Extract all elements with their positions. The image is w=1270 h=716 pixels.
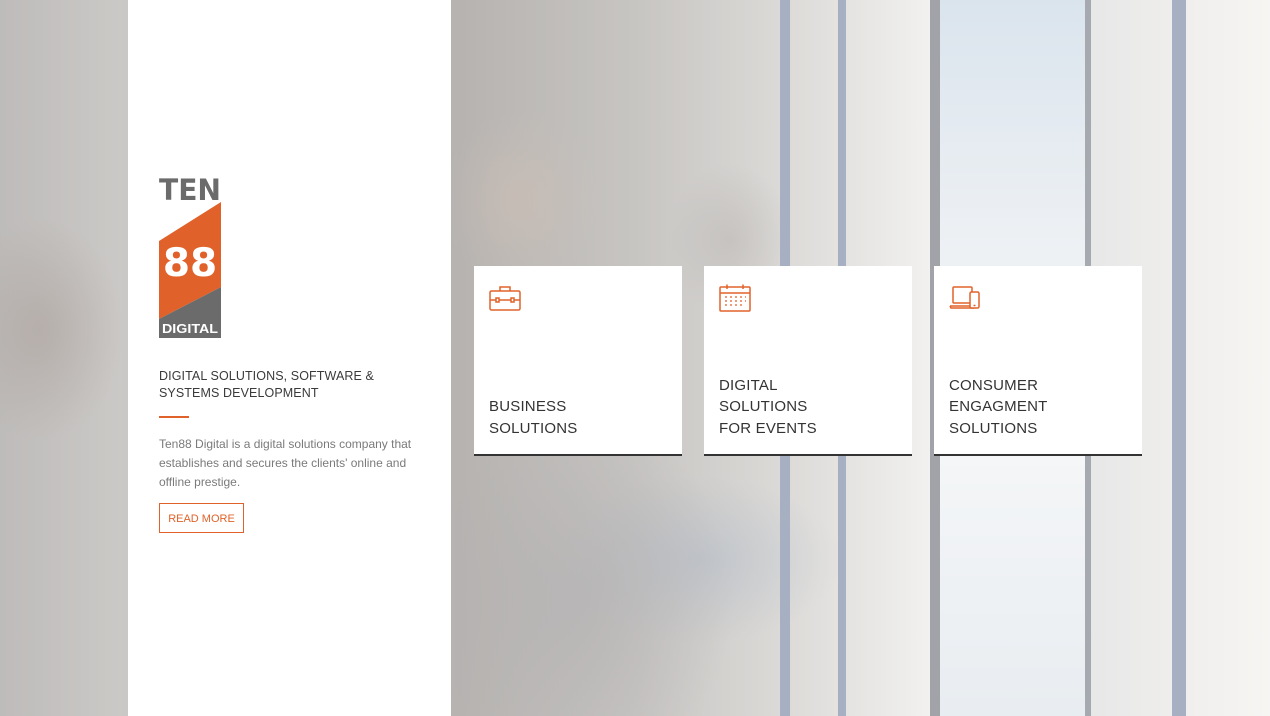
logo-text-number: 88 bbox=[163, 241, 217, 286]
service-title-line: SOLUTIONS bbox=[949, 419, 1038, 437]
service-card-events[interactable]: DIGITAL SOLUTIONS FOR EVENTS bbox=[704, 266, 912, 456]
intro-panel: TEN 88 DIGITAL DIGITAL SOLUTIONS, SOFTWA… bbox=[128, 0, 451, 716]
service-title-line: DIGITAL bbox=[719, 376, 778, 394]
service-card-consumer[interactable]: CONSUMER ENGAGMENT SOLUTIONS bbox=[934, 266, 1142, 456]
briefcase-icon bbox=[489, 284, 521, 312]
service-title-line: FOR EVENTS bbox=[719, 419, 817, 437]
service-title: BUSINESS SOLUTIONS bbox=[489, 396, 669, 439]
company-description: Ten88 Digital is a digital solutions com… bbox=[159, 437, 412, 489]
service-title: CONSUMER ENGAGMENT SOLUTIONS bbox=[949, 375, 1129, 440]
devices-icon bbox=[949, 284, 981, 312]
service-title-line: SOLUTIONS bbox=[719, 398, 808, 415]
service-title: DIGITAL SOLUTIONS FOR EVENTS bbox=[719, 375, 899, 440]
page: TEN 88 DIGITAL DIGITAL SOLUTIONS, SOFTWA… bbox=[0, 0, 1270, 716]
logo-text-bottom: DIGITAL bbox=[162, 321, 218, 336]
service-title-line: CONSUMER bbox=[949, 376, 1039, 394]
accent-divider bbox=[159, 416, 189, 418]
service-card-business[interactable]: BUSINESS SOLUTIONS bbox=[474, 266, 682, 456]
service-title-line: ENGAGMENT bbox=[949, 398, 1048, 415]
read-more-button[interactable]: READ MORE bbox=[159, 503, 244, 533]
logo-text-top: TEN bbox=[159, 174, 221, 207]
tagline: DIGITAL SOLUTIONS, SOFTWARE & SYSTEMS DE… bbox=[159, 369, 374, 400]
service-title-line: SOLUTIONS bbox=[489, 419, 578, 437]
ten88-logo[interactable]: TEN 88 DIGITAL bbox=[159, 174, 221, 338]
service-title-line: BUSINESS bbox=[489, 398, 567, 415]
calendar-icon bbox=[719, 284, 751, 312]
